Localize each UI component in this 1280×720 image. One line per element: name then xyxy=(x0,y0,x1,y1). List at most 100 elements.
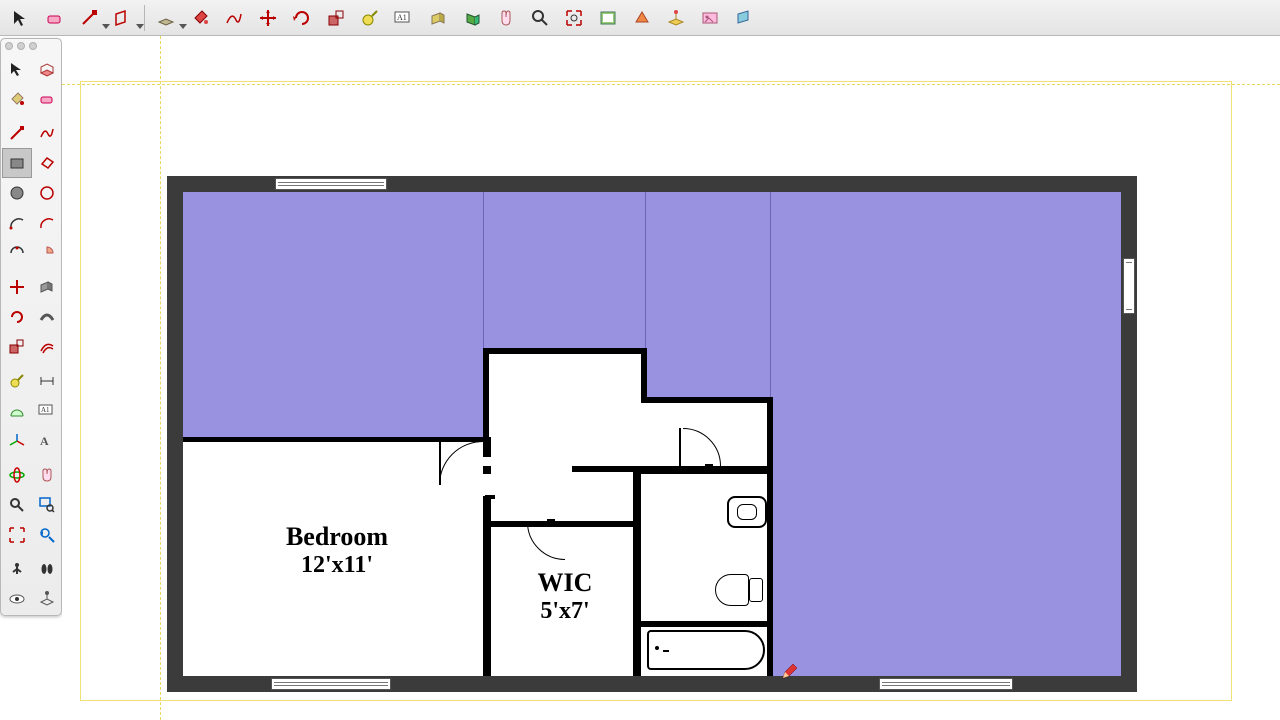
select-tool-icon[interactable] xyxy=(6,3,36,33)
offset-tool[interactable] xyxy=(32,332,62,362)
tape-measure-tool-pal[interactable] xyxy=(2,366,32,396)
toilet-fixture xyxy=(715,574,763,606)
walk-tool-icon[interactable] xyxy=(627,3,657,33)
wall-left xyxy=(167,176,183,692)
pie-tool[interactable] xyxy=(32,238,62,268)
sink-fixture xyxy=(727,496,767,528)
rotated-rect-tool[interactable] xyxy=(32,148,62,178)
svg-text:A1: A1 xyxy=(41,406,50,414)
position-camera-tool[interactable] xyxy=(2,554,32,584)
scale-tool-pal[interactable] xyxy=(2,332,32,362)
freehand-tool-icon[interactable] xyxy=(219,3,249,33)
text-tool-icon[interactable]: A1 xyxy=(389,3,419,33)
fill-region-4 xyxy=(770,192,1121,676)
followme-tool-pal[interactable] xyxy=(32,302,62,332)
3pt-arc-tool[interactable] xyxy=(2,238,32,268)
fill-region-2 xyxy=(483,192,645,350)
top-toolbar: A1 xyxy=(0,0,1280,36)
pencil-tool[interactable] xyxy=(2,118,32,148)
wall-jamb xyxy=(483,466,491,474)
wall-right xyxy=(1121,176,1137,692)
2pt-arc-tool[interactable] xyxy=(32,208,62,238)
door-leaf xyxy=(439,441,441,485)
rectangle-tool-icon[interactable] xyxy=(151,3,181,33)
protractor-tool[interactable] xyxy=(2,396,32,426)
room-dim: 5'x7' xyxy=(505,598,625,625)
window-zoom-icon[interactable] xyxy=(29,42,37,50)
window xyxy=(275,178,387,190)
window-close-icon[interactable] xyxy=(5,42,13,50)
bedroom-label: Bedroom 12'x11' xyxy=(227,522,447,579)
wall-jamb xyxy=(485,495,495,499)
pencil-cursor-icon xyxy=(781,664,797,680)
prev-view-icon[interactable] xyxy=(593,3,623,33)
arc-tool[interactable] xyxy=(2,208,32,238)
zoom-tool-pal[interactable] xyxy=(2,490,32,520)
palette-header xyxy=(1,39,61,53)
3dtext-tool[interactable]: A xyxy=(32,426,62,456)
pushpull-tool-icon[interactable] xyxy=(423,3,453,33)
make-component-tool[interactable] xyxy=(32,54,62,84)
followme-tool-icon[interactable] xyxy=(457,3,487,33)
select-tool[interactable] xyxy=(2,54,32,84)
svg-text:A: A xyxy=(40,434,49,448)
paint-bucket-icon[interactable] xyxy=(185,3,215,33)
svg-text:A1: A1 xyxy=(397,13,407,22)
eraser-tool-pal[interactable] xyxy=(32,84,62,114)
orbit-tool[interactable] xyxy=(2,460,32,490)
left-tool-palette: A1 A xyxy=(0,38,62,616)
move-tool-pal[interactable] xyxy=(2,272,32,302)
polygon-tool[interactable] xyxy=(32,178,62,208)
edge-line xyxy=(645,192,646,350)
hand-pan-icon[interactable] xyxy=(491,3,521,33)
section-plane-tool[interactable] xyxy=(32,584,62,614)
window xyxy=(1123,258,1135,314)
freehand-tool-pal[interactable] xyxy=(32,118,62,148)
rectangle-tool-pal[interactable] xyxy=(2,148,32,178)
interior-wall xyxy=(491,521,639,527)
text-tool-pal[interactable]: A1 xyxy=(32,396,62,426)
window xyxy=(271,678,391,690)
walk-tool-pal[interactable] xyxy=(32,554,62,584)
pushpull-tool-pal[interactable] xyxy=(32,272,62,302)
sandbox-tool-icon[interactable] xyxy=(661,3,691,33)
line-tool-icon[interactable] xyxy=(74,3,104,33)
wall-jamb xyxy=(547,519,555,527)
interior-wall xyxy=(483,348,489,443)
paint-bucket-tool[interactable] xyxy=(2,84,32,114)
floor-plan: Bedroom 12'x11' WIC 5'x7' xyxy=(167,176,1137,692)
previous-view-tool[interactable] xyxy=(32,520,62,550)
move-tool-icon[interactable] xyxy=(253,3,283,33)
image-tool-icon[interactable] xyxy=(695,3,725,33)
pan-tool-pal[interactable] xyxy=(32,460,62,490)
dimension-tool[interactable] xyxy=(32,366,62,396)
circle-tool[interactable] xyxy=(2,178,32,208)
tape-measure-icon[interactable] xyxy=(355,3,385,33)
scale-tool-icon[interactable] xyxy=(321,3,351,33)
fill-region-1 xyxy=(183,192,483,439)
zoom-tool-icon[interactable] xyxy=(525,3,555,33)
eraser-tool-icon[interactable] xyxy=(40,3,70,33)
interior-wall xyxy=(767,397,773,676)
interior-wall xyxy=(483,437,491,457)
window xyxy=(879,678,1013,690)
zoom-window-tool[interactable] xyxy=(32,490,62,520)
window-min-icon[interactable] xyxy=(17,42,25,50)
room-name: WIC xyxy=(538,568,593,597)
wic-label: WIC 5'x7' xyxy=(505,568,625,625)
rotate-tool-icon[interactable] xyxy=(287,3,317,33)
interior-wall xyxy=(483,348,647,354)
rotate-tool-pal[interactable] xyxy=(2,302,32,332)
interior-wall xyxy=(633,466,641,676)
look-around-tool[interactable] xyxy=(2,584,32,614)
wall-jamb xyxy=(705,464,713,472)
zoom-extents-icon[interactable] xyxy=(559,3,589,33)
drawing-canvas[interactable]: Bedroom 12'x11' WIC 5'x7' xyxy=(62,36,1280,720)
axes-tool[interactable] xyxy=(2,426,32,456)
shape-tool-icon[interactable] xyxy=(108,3,138,33)
section-tool-icon[interactable] xyxy=(729,3,759,33)
zoom-extents-tool-pal[interactable] xyxy=(2,520,32,550)
room-name: Bedroom xyxy=(286,522,388,551)
interior-wall xyxy=(483,496,491,676)
interior-wall xyxy=(641,397,773,403)
